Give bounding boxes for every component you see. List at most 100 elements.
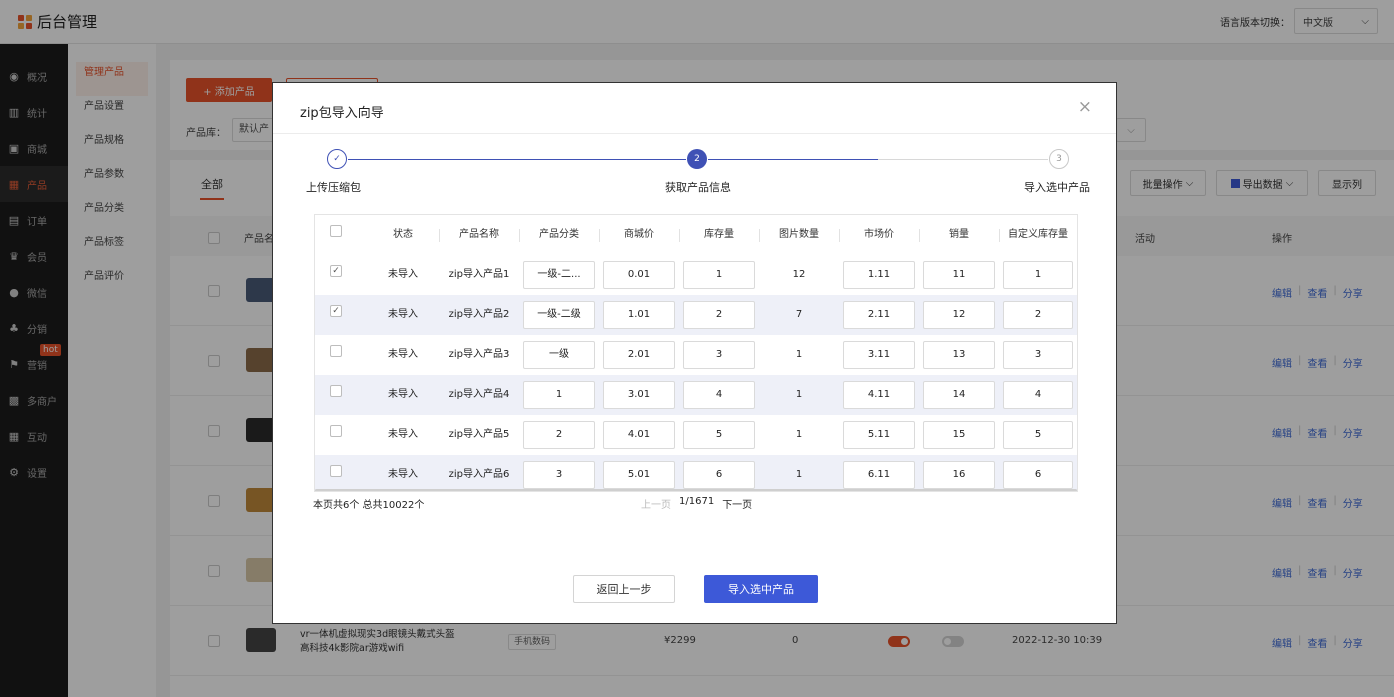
sales-input[interactable]: 14	[923, 381, 995, 409]
column-header-images: 图片数量	[779, 229, 819, 240]
name-cell: zip导入产品4	[448, 389, 510, 400]
market-input[interactable]: 1.11	[843, 261, 915, 289]
step-connector	[878, 159, 1048, 160]
custom-input[interactable]: 4	[1003, 381, 1073, 409]
next-page-button[interactable]: 下一页	[722, 496, 752, 511]
divider	[273, 133, 1116, 134]
price-input[interactable]: 1.01	[603, 301, 675, 329]
category-input[interactable]: 一级-二级	[523, 301, 595, 329]
step-3-label: 导入选中产品	[1024, 181, 1090, 194]
back-button[interactable]: 返回上一步	[573, 575, 675, 603]
row-checkbox[interactable]	[330, 385, 342, 397]
name-cell: zip导入产品2	[448, 309, 510, 320]
table-row: 未导入 zip导入产品4 1 3.01 4 1 4.11 14 4	[315, 375, 1077, 415]
column-header-stock: 库存量	[704, 229, 734, 240]
status-cell: 未导入	[388, 469, 418, 480]
select-all-checkbox[interactable]	[330, 225, 342, 237]
stock-input[interactable]: 4	[683, 381, 755, 409]
market-input[interactable]: 4.11	[843, 381, 915, 409]
images-cell: 1	[795, 469, 803, 480]
zip-import-wizard-dialog: zip包导入向导 × ✓ 2 3 上传压缩包 获取产品信息 导入选中产品 状态 产…	[272, 82, 1117, 624]
sales-input[interactable]: 12	[923, 301, 995, 329]
pagination: 上一页 1/1671 下一页	[641, 496, 752, 511]
column-divider	[519, 229, 520, 242]
category-input[interactable]: 2	[523, 421, 595, 449]
prev-page-button[interactable]: 上一页	[641, 496, 671, 511]
table-row: 未导入 zip导入产品3 一级 2.01 3 1 3.11 13 3	[315, 335, 1077, 375]
stock-input[interactable]: 2	[683, 301, 755, 329]
step-2-indicator: 2	[687, 149, 707, 169]
column-header-market: 市场价	[864, 229, 894, 240]
column-header-custom: 自定义库存量	[1008, 229, 1068, 240]
row-checkbox[interactable]	[330, 465, 342, 477]
images-cell: 12	[792, 269, 806, 280]
price-input[interactable]: 4.01	[603, 421, 675, 449]
status-cell: 未导入	[388, 349, 418, 360]
images-cell: 1	[795, 429, 803, 440]
row-checkbox[interactable]	[330, 425, 342, 437]
sales-input[interactable]: 16	[923, 461, 995, 489]
step-1-check-icon: ✓	[327, 149, 347, 169]
custom-input[interactable]: 3	[1003, 341, 1073, 369]
images-cell: 1	[795, 389, 803, 400]
column-divider	[599, 229, 600, 242]
price-input[interactable]: 0.01	[603, 261, 675, 289]
status-cell: 未导入	[388, 309, 418, 320]
column-divider	[919, 229, 920, 242]
table-row: 未导入 zip导入产品5 2 4.01 5 1 5.11 15 5	[315, 415, 1077, 455]
category-input[interactable]: 一级	[523, 341, 595, 369]
column-header-sales: 销量	[949, 229, 969, 240]
name-cell: zip导入产品6	[448, 469, 510, 480]
horizontal-scrollbar[interactable]	[315, 489, 1077, 491]
row-checkbox[interactable]: ✓	[330, 265, 342, 277]
row-checkbox[interactable]	[330, 345, 342, 357]
name-cell: zip导入产品1	[448, 269, 510, 280]
images-cell: 7	[795, 309, 803, 320]
step-connector	[348, 159, 686, 160]
row-checkbox[interactable]: ✓	[330, 305, 342, 317]
step-connector	[708, 159, 878, 160]
column-header-name: 产品名称	[459, 229, 499, 240]
table-row: ✓ 未导入 zip导入产品1 一级-二... 0.01 1 12 1.11 11 1	[315, 255, 1077, 295]
custom-input[interactable]: 2	[1003, 301, 1073, 329]
custom-input[interactable]: 1	[1003, 261, 1073, 289]
custom-input[interactable]: 6	[1003, 461, 1073, 489]
stock-input[interactable]: 1	[683, 261, 755, 289]
page-indicator: 1/1671	[679, 496, 715, 507]
column-divider	[439, 229, 440, 242]
sales-input[interactable]: 13	[923, 341, 995, 369]
market-input[interactable]: 5.11	[843, 421, 915, 449]
close-icon[interactable]: ×	[1078, 99, 1092, 116]
step-3-indicator: 3	[1049, 149, 1069, 169]
table-row: 未导入 zip导入产品6 3 5.01 6 1 6.11 16 6	[315, 455, 1077, 491]
stock-input[interactable]: 3	[683, 341, 755, 369]
category-input[interactable]: 1	[523, 381, 595, 409]
category-input[interactable]: 一级-二...	[523, 261, 595, 289]
name-cell: zip导入产品3	[448, 349, 510, 360]
stock-input[interactable]: 6	[683, 461, 755, 489]
product-info-table: 状态 产品名称 产品分类 商城价 库存量 图片数量 市场价 销量 自定义库存量 ✓ 未导入 zip导…	[314, 214, 1078, 492]
price-input[interactable]: 5.01	[603, 461, 675, 489]
custom-input[interactable]: 5	[1003, 421, 1073, 449]
market-input[interactable]: 3.11	[843, 341, 915, 369]
column-header-price: 商城价	[624, 229, 654, 240]
sales-input[interactable]: 11	[923, 261, 995, 289]
market-input[interactable]: 6.11	[843, 461, 915, 489]
column-divider	[759, 229, 760, 242]
price-input[interactable]: 3.01	[603, 381, 675, 409]
price-input[interactable]: 2.01	[603, 341, 675, 369]
status-cell: 未导入	[388, 269, 418, 280]
category-input[interactable]: 3	[523, 461, 595, 489]
market-input[interactable]: 2.11	[843, 301, 915, 329]
import-selected-button[interactable]: 导入选中产品	[704, 575, 818, 603]
column-header-status: 状态	[393, 229, 413, 240]
column-divider	[839, 229, 840, 242]
sales-input[interactable]: 15	[923, 421, 995, 449]
status-cell: 未导入	[388, 389, 418, 400]
dialog-title: zip包导入向导	[300, 106, 384, 121]
step-1-label: 上传压缩包	[306, 181, 361, 194]
status-cell: 未导入	[388, 429, 418, 440]
name-cell: zip导入产品5	[448, 429, 510, 440]
stock-input[interactable]: 5	[683, 421, 755, 449]
table-row: ✓ 未导入 zip导入产品2 一级-二级 1.01 2 7 2.11 12 2	[315, 295, 1077, 335]
